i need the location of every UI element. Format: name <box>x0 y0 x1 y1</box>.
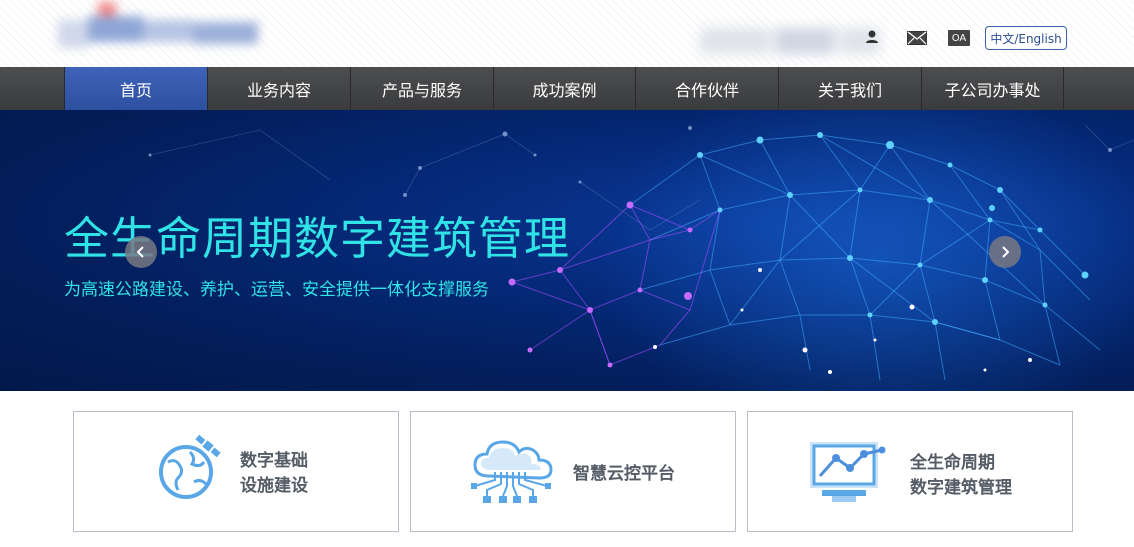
nav-item-subsidiaries[interactable]: 子公司办事处 <box>921 67 1063 110</box>
card-label: 数字基础 设施建设 <box>240 451 308 496</box>
header: OA 中文/English <box>0 0 1134 67</box>
nav-item-about[interactable]: 关于我们 <box>778 67 921 110</box>
language-toggle-button[interactable]: 中文/English <box>985 26 1067 50</box>
card-smart-cloud-platform[interactable]: 智慧云控平台 <box>410 411 736 532</box>
nav-item-products[interactable]: 产品与服务 <box>350 67 493 110</box>
banner-subtitle: 为高速公路建设、养护、运营、安全提供一体化支撑服务 <box>64 280 489 300</box>
monitor-chart-icon <box>810 442 886 502</box>
oa-icon[interactable]: OA <box>948 30 970 46</box>
card-lifecycle-building-management[interactable]: 全生命周期 数字建筑管理 <box>747 411 1073 532</box>
cloud-circuit-icon <box>471 440 553 503</box>
header-contact-blurred <box>700 24 890 60</box>
hero-banner[interactable]: 全生命周期数字建筑管理 为高速公路建设、养护、运营、安全提供一体化支撑服务 <box>0 110 1134 391</box>
chevron-left-icon <box>136 246 144 258</box>
nav-item-partners[interactable]: 合作伙伴 <box>635 67 778 110</box>
card-label: 智慧云控平台 <box>573 464 675 484</box>
carousel-next-button[interactable] <box>989 236 1021 268</box>
nav-item-cases[interactable]: 成功案例 <box>493 67 635 110</box>
main-nav: 首页 业务内容 产品与服务 成功案例 合作伙伴 关于我们 子公司办事处 <box>0 67 1134 110</box>
globe-satellite-icon <box>159 434 221 499</box>
chevron-right-icon <box>1002 246 1010 258</box>
user-icon[interactable] <box>864 28 880 44</box>
card-label: 全生命周期 数字建筑管理 <box>910 453 1012 498</box>
carousel-prev-button[interactable] <box>125 236 157 268</box>
nav-item-business[interactable]: 业务内容 <box>207 67 350 110</box>
card-digital-infrastructure[interactable]: 数字基础 设施建设 <box>73 411 399 532</box>
mail-icon[interactable] <box>906 30 928 46</box>
logo-blurred[interactable] <box>58 2 263 52</box>
nav-item-home[interactable]: 首页 <box>64 67 207 110</box>
